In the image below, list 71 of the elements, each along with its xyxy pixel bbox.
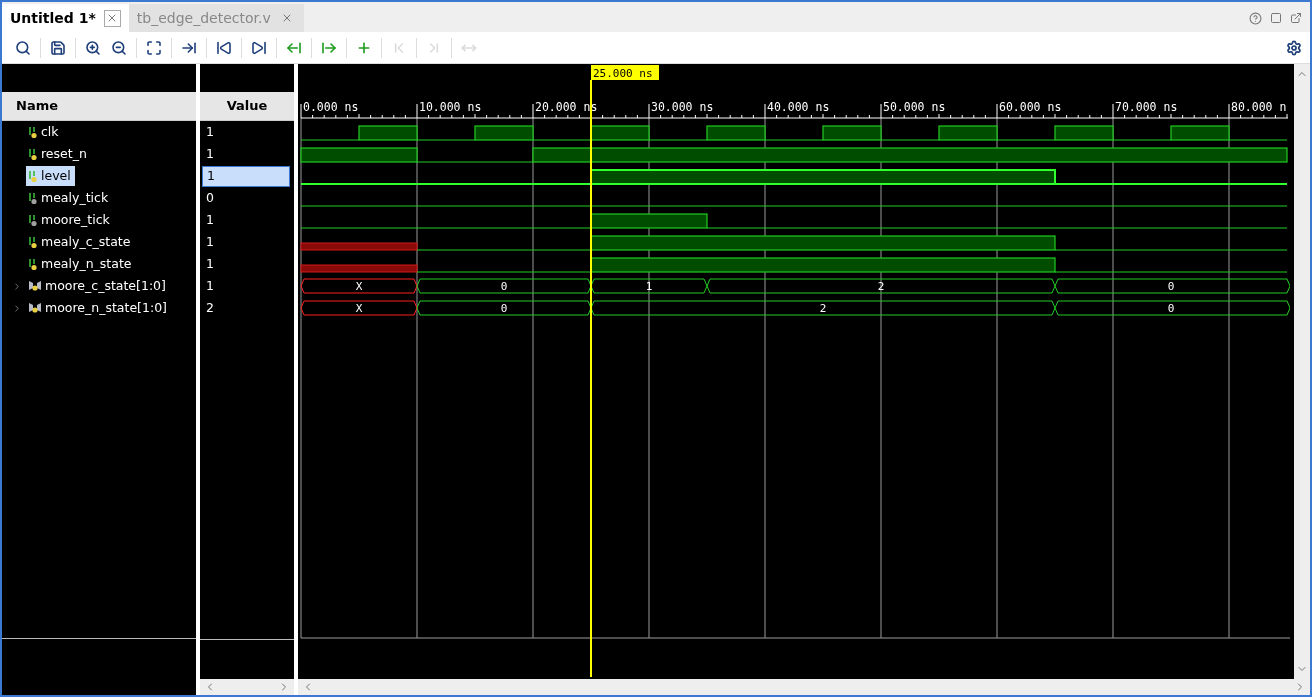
- float-icon[interactable]: [1290, 12, 1302, 24]
- time-label: 10.000 ns: [419, 100, 482, 114]
- signal-label: level: [41, 166, 71, 185]
- signal-icon: [28, 191, 38, 205]
- bus-value: 0: [500, 280, 508, 293]
- signal-label: mealy_c_state: [41, 232, 131, 251]
- time-label: 70.000 ns: [1115, 100, 1178, 114]
- signal-label: mealy_n_state: [41, 254, 132, 273]
- signal-value: 0: [205, 188, 215, 207]
- bus-value: 2: [877, 280, 885, 293]
- signal-value: 1: [205, 276, 215, 295]
- expand-chevron-icon[interactable]: [12, 302, 22, 314]
- bus-value: 0: [500, 302, 508, 315]
- signal-name[interactable]: reset_n: [26, 144, 91, 164]
- signal-label: moore_c_state[1:0]: [45, 276, 166, 295]
- signal-value: 1: [202, 165, 290, 187]
- expand-chevron-icon[interactable]: [12, 280, 22, 292]
- signal-name[interactable]: moore_c_state[1:0]: [26, 276, 170, 296]
- signal-label: mealy_tick: [41, 188, 109, 207]
- signal-value: 1: [205, 122, 215, 141]
- signal-label: moore_n_state[1:0]: [45, 298, 167, 317]
- time-label: 80.000 n: [1231, 100, 1287, 114]
- zoom-in-icon: [85, 39, 101, 56]
- search-icon: [15, 39, 31, 56]
- column-header[interactable]: Value: [200, 92, 294, 121]
- signal-value: 1: [205, 210, 215, 229]
- bus-value: 0: [1167, 280, 1175, 293]
- signal-name[interactable]: mealy_c_state: [26, 232, 135, 252]
- time-label: 50.000 ns: [883, 100, 946, 114]
- time-label: 60.000 ns: [999, 100, 1062, 114]
- time-label: 0.000 ns: [303, 100, 359, 114]
- skip-back-icon: [216, 39, 232, 56]
- zoom-out-icon: [111, 39, 127, 56]
- tab[interactable]: Untitled 1*: [2, 4, 129, 32]
- signal-name[interactable]: clk: [26, 122, 63, 142]
- signal-name[interactable]: mealy_n_state: [26, 254, 136, 274]
- bus-icon: [28, 280, 42, 292]
- signal-icon: [28, 147, 38, 161]
- save-icon: [50, 39, 66, 56]
- signal-name[interactable]: moore_tick: [26, 210, 114, 230]
- signal-label: reset_n: [41, 144, 87, 163]
- signal-value: 2: [205, 298, 215, 317]
- zoom-fit-icon: [146, 39, 162, 56]
- signal-value: 1: [205, 144, 215, 163]
- bus-value: 0: [1167, 302, 1175, 315]
- bus-value: 2: [819, 302, 827, 315]
- cursor-label: 25.000 ns: [591, 65, 659, 80]
- skip-forward-icon: [251, 39, 267, 56]
- signal-label: moore_tick: [41, 210, 110, 229]
- time-label: 30.000 ns: [651, 100, 714, 114]
- bus-value: X: [355, 302, 363, 315]
- help-icon[interactable]: [1249, 11, 1262, 25]
- signal-icon: [28, 257, 38, 271]
- bus-icon: [28, 302, 42, 314]
- bus-value: X: [355, 280, 363, 293]
- signal-value: 1: [205, 254, 215, 273]
- signal-icon: [28, 235, 38, 249]
- signal-name[interactable]: level: [26, 166, 75, 186]
- signal-icon: [28, 125, 38, 139]
- bus-value: 1: [645, 280, 653, 293]
- time-label: 40.000 ns: [767, 100, 830, 114]
- signal-name[interactable]: mealy_tick: [26, 188, 113, 208]
- signal-icon: [28, 213, 38, 227]
- signal-value: 1: [205, 232, 215, 251]
- close-button[interactable]: [103, 9, 121, 27]
- maximize-icon[interactable]: [1270, 12, 1282, 24]
- signal-icon: [28, 169, 38, 183]
- settings-icon[interactable]: [1286, 39, 1302, 56]
- column-header[interactable]: Name: [2, 92, 196, 121]
- signal-label: clk: [41, 122, 59, 141]
- signal-name[interactable]: moore_n_state[1:0]: [26, 298, 171, 318]
